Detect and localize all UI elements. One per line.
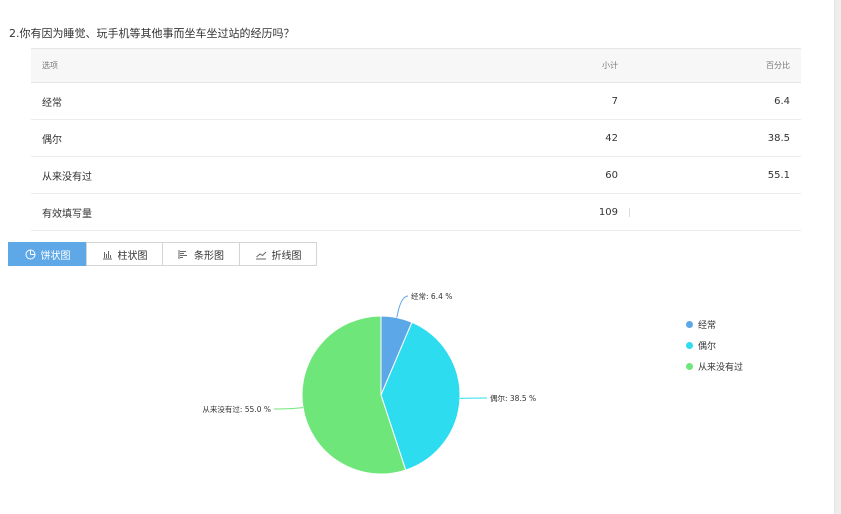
legend-dot	[686, 321, 693, 328]
tab-line-chart[interactable]: 折线图	[239, 242, 317, 266]
row-percent: 55.1	[629, 156, 801, 194]
row-option: 从来没有过	[31, 156, 457, 194]
legend-dot	[686, 363, 693, 370]
tab-label: 柱状图	[117, 250, 148, 262]
legend-label: 从来没有过	[698, 363, 744, 373]
total-count-cell: 109	[457, 193, 630, 231]
row-count: 7	[457, 82, 629, 120]
scrollbar-track[interactable]	[834, 0, 841, 514]
label-leader-line	[273, 406, 304, 410]
slice-label: 从来没有过: 55.0 %	[202, 404, 271, 414]
slice-label: 偶尔: 38.5 %	[490, 393, 536, 403]
tab-label: 饼状图	[40, 250, 71, 262]
legend-label: 偶尔	[698, 342, 717, 352]
row-count: 42	[457, 119, 629, 157]
total-percent-empty	[629, 193, 801, 231]
header-count: 小计	[457, 48, 629, 83]
row-count: 60	[457, 156, 629, 194]
header-option: 选项	[31, 48, 457, 83]
table-row: 从来没有过 60 55.1	[31, 156, 801, 194]
results-table: 选项 小计 百分比 经常 7 6.4 偶尔 42 38.5 从来没有过 60 5…	[31, 48, 801, 231]
pie-chart: 经常: 6.4 % 偶尔: 38.5 % 从来没有过: 55.0 %	[202, 291, 536, 475]
tab-label: 折线图	[271, 250, 302, 262]
total-label: 有效填写量	[31, 193, 457, 231]
total-count: 109	[598, 206, 618, 218]
bar-chart-icon	[102, 250, 112, 259]
legend-item[interactable]: 经常	[686, 314, 743, 335]
legend-item[interactable]: 从来没有过	[686, 356, 743, 377]
header-percent: 百分比	[629, 48, 801, 83]
row-option: 经常	[31, 82, 457, 120]
table-header-row: 选项 小计 百分比	[31, 48, 801, 83]
tab-bar-chart[interactable]: 柱状图	[86, 242, 163, 266]
row-option: 偶尔	[31, 119, 457, 157]
legend-label: 经常	[698, 321, 717, 331]
table-row: 经常 7 6.4	[31, 82, 801, 120]
legend-item[interactable]: 偶尔	[686, 335, 743, 356]
line-chart-icon	[255, 251, 266, 259]
legend-dot	[686, 342, 693, 349]
table-row: 偶尔 42 38.5	[31, 119, 801, 157]
label-leader-line	[396, 295, 409, 318]
tab-label: 条形图	[194, 250, 224, 262]
tab-pie-chart[interactable]: 饼状图	[8, 242, 87, 266]
question-title: 2.你有因为睡觉、玩手机等其他事而坐车坐过站的经历吗？	[9, 27, 295, 40]
chart-legend: 经常 偶尔 从来没有过	[686, 314, 743, 377]
pie-chart-icon	[25, 249, 35, 259]
slice-label: 经常: 6.4 %	[411, 291, 452, 301]
cell-divider	[629, 208, 630, 217]
table-total-row: 有效填写量 109	[31, 193, 801, 231]
row-percent: 6.4	[629, 82, 801, 120]
horizontal-bar-icon	[178, 249, 187, 259]
chart-type-tabs: 饼状图 柱状图 条形图 折线图	[8, 242, 317, 266]
row-percent: 38.5	[629, 119, 801, 157]
tab-horizontal-bar-chart[interactable]: 条形图	[162, 242, 240, 266]
